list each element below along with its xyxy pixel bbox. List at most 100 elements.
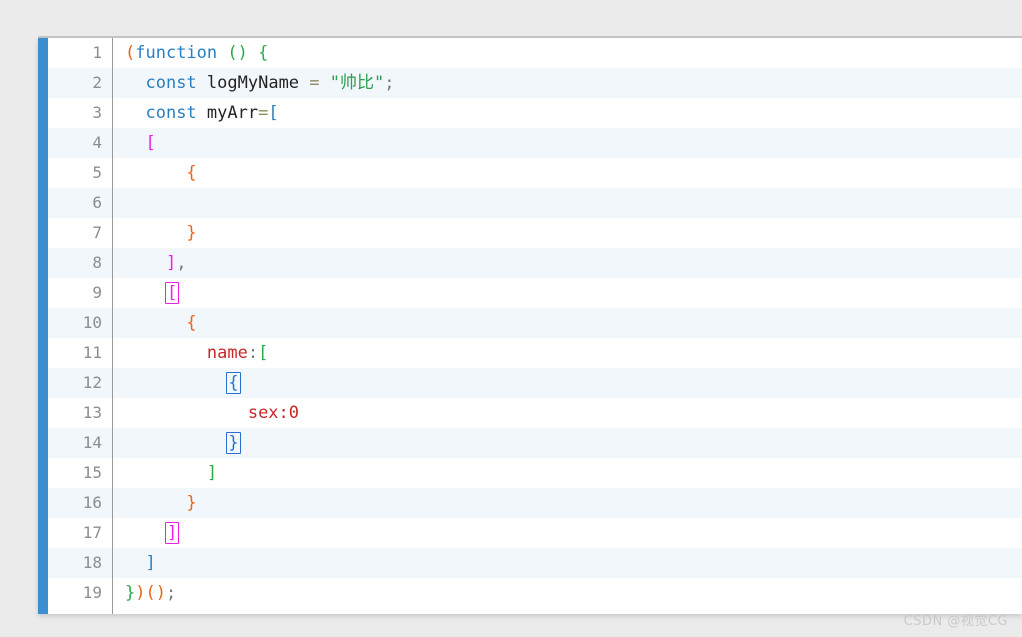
code-token: logMyName [206, 73, 300, 93]
code-line[interactable]: } [113, 428, 1022, 458]
code-line[interactable]: [ [113, 128, 1022, 158]
line-number: 5 [92, 163, 102, 182]
code-content-area[interactable]: (function () { const logMyName = "帅比"; c… [113, 38, 1022, 614]
line-number: 10 [48, 308, 113, 338]
line-number: 8 [48, 248, 113, 278]
line-number: 12 [48, 368, 113, 398]
code-token: function [135, 43, 218, 63]
line-number: 13 [82, 403, 102, 422]
code-token: ( [145, 583, 156, 603]
code-token: ] [164, 522, 180, 544]
code-line[interactable] [113, 188, 1022, 218]
code-token: { [186, 313, 197, 333]
code-token: : [247, 343, 259, 363]
code-line[interactable]: name:[ [113, 338, 1022, 368]
code-token: [ [145, 133, 156, 153]
code-line[interactable]: ] [113, 518, 1022, 548]
code-token: [ [258, 343, 269, 363]
code-token: } [186, 223, 197, 243]
code-token: { [186, 163, 197, 183]
code-line[interactable]: { [113, 308, 1022, 338]
line-number: 1 [92, 43, 102, 62]
code-token: ) [155, 583, 166, 603]
code-line-list: (function () { const logMyName = "帅比"; c… [113, 38, 1022, 608]
line-number: 14 [48, 428, 113, 458]
code-line[interactable]: { [113, 368, 1022, 398]
line-number: 2 [48, 68, 113, 98]
code-line[interactable]: (function () { [113, 38, 1022, 68]
code-token: myArr [206, 103, 259, 123]
code-token: [ [268, 103, 279, 123]
line-number: 7 [92, 223, 102, 242]
line-number-list: 1 2 3 4 5 6 7 8 9 10 11 12 13 14 15 16 17 18 19 [48, 38, 113, 608]
line-number: 9 [92, 283, 102, 302]
code-line[interactable]: sex:0 [113, 398, 1022, 428]
code-editor-panel: 1 2 3 4 5 6 7 8 9 10 11 12 13 14 15 16 17 18 19 (function … [38, 38, 1022, 614]
code-token: ; [384, 73, 395, 93]
code-token: [ [164, 282, 180, 304]
code-token: { [226, 372, 241, 394]
line-number: 11 [82, 343, 102, 362]
code-line[interactable]: ] [113, 548, 1022, 578]
code-line[interactable]: ] [113, 458, 1022, 488]
code-token: ) [135, 583, 146, 603]
code-token: "帅比" [329, 73, 385, 93]
code-line[interactable]: })(); [113, 578, 1022, 608]
line-number-gutter: 1 2 3 4 5 6 7 8 9 10 11 12 13 14 15 16 17 18 19 [48, 38, 113, 614]
editor-accent-bar [38, 38, 48, 614]
code-token: } [125, 583, 136, 603]
code-token: const [145, 103, 197, 123]
code-token: ] [165, 253, 177, 273]
line-number: 19 [82, 583, 102, 602]
code-line[interactable]: [ [113, 278, 1022, 308]
line-number: 3 [92, 103, 102, 122]
code-token: sex:0 [247, 403, 300, 423]
code-line[interactable]: const myArr=[ [113, 98, 1022, 128]
code-token: = [309, 73, 320, 93]
code-line[interactable]: { [113, 158, 1022, 188]
code-token: { [258, 43, 269, 63]
code-token: name [206, 343, 248, 363]
line-number: 6 [48, 188, 113, 218]
line-number: 18 [48, 548, 113, 578]
code-line[interactable]: } [113, 488, 1022, 518]
code-token: () [227, 43, 248, 63]
code-token: const [145, 73, 197, 93]
code-line[interactable]: const logMyName = "帅比"; [113, 68, 1022, 98]
code-token: , [176, 253, 187, 273]
csdn-watermark: CSDN @视觉CG [903, 614, 1008, 629]
line-number: 17 [82, 523, 102, 542]
code-line[interactable]: ], [113, 248, 1022, 278]
code-token: ] [206, 463, 218, 483]
line-number: 16 [48, 488, 113, 518]
code-line[interactable]: } [113, 218, 1022, 248]
code-token: ( [125, 43, 136, 63]
line-number: 15 [82, 463, 102, 482]
code-token: ; [166, 583, 177, 603]
code-token: = [258, 103, 269, 123]
line-number: 4 [48, 128, 113, 158]
code-token: } [186, 493, 197, 513]
code-token: } [226, 432, 241, 454]
code-token: ] [145, 553, 156, 573]
